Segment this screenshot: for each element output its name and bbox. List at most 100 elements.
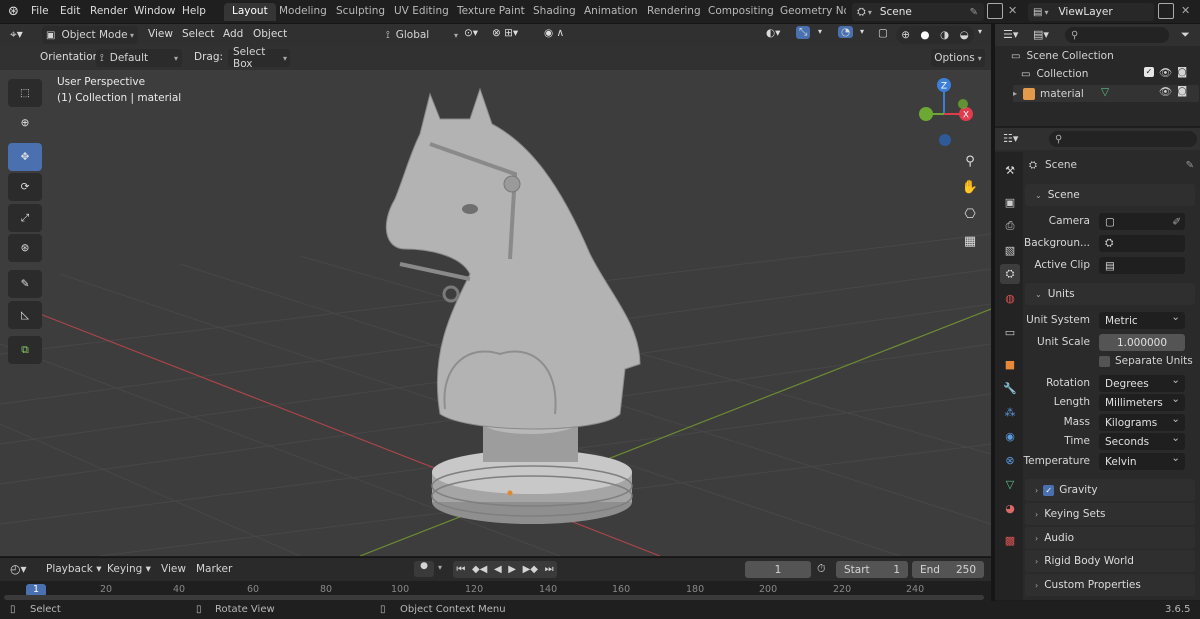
panel-scene-header[interactable]: ⌄ Scene bbox=[1025, 184, 1195, 206]
camera-field[interactable]: ▢ ✐ bbox=[1099, 213, 1185, 230]
properties-search-input[interactable]: ⚲ bbox=[1049, 131, 1197, 147]
cursor-tool[interactable]: ⊕ bbox=[8, 109, 42, 137]
outliner-search-input[interactable]: ⚲ bbox=[1065, 27, 1169, 43]
move-tool[interactable]: ✥ bbox=[8, 143, 42, 171]
start-frame-field[interactable]: Start 1 bbox=[836, 561, 908, 578]
menu-view[interactable]: View bbox=[148, 28, 173, 40]
delete-viewlayer-icon[interactable]: ✕ bbox=[1181, 4, 1190, 17]
outliner-editor-icon[interactable]: ☰▾ bbox=[1003, 28, 1018, 41]
outliner-item-collection[interactable]: ▭ Collection ✓ 👁 ◙ bbox=[1021, 66, 1199, 80]
tab-modeling[interactable]: Modeling bbox=[279, 5, 327, 17]
mode-dropdown[interactable]: ▣ Object Mode ▾ bbox=[42, 26, 138, 44]
camera-icon[interactable]: ◙ bbox=[1177, 85, 1187, 97]
menu-render[interactable]: Render bbox=[90, 5, 127, 17]
data-tab-icon[interactable]: ▽ bbox=[1000, 474, 1020, 494]
menu-keying[interactable]: Keying ▾ bbox=[107, 563, 151, 575]
neg-y-axis-handle[interactable] bbox=[958, 99, 968, 109]
wireframe-shading-icon[interactable]: ⊕ bbox=[901, 29, 910, 41]
gizmo-toggle-icon[interactable]: ⤡ bbox=[796, 26, 811, 39]
clock-editor-icon[interactable]: ◴▾ bbox=[10, 562, 27, 576]
checkbox-checked-icon[interactable]: ✓ bbox=[1043, 484, 1055, 496]
world-tab-icon[interactable]: ◍ bbox=[1000, 288, 1020, 308]
menu-view[interactable]: View bbox=[161, 563, 186, 575]
temperature-dropdown[interactable]: Kelvin bbox=[1099, 452, 1185, 470]
menu-file[interactable]: File bbox=[31, 5, 49, 17]
menu-marker[interactable]: Marker bbox=[196, 563, 232, 575]
timeline-scrollbar[interactable] bbox=[4, 595, 984, 600]
time-dropdown[interactable]: Seconds bbox=[1099, 432, 1185, 450]
transform-orientation-dropdown[interactable]: ⟟ Global ▾ bbox=[386, 26, 458, 44]
scale-tool[interactable]: ⤢ bbox=[8, 204, 42, 232]
play-icon[interactable]: ▶ bbox=[508, 564, 516, 575]
tool-tab-icon[interactable]: ⚒ bbox=[1000, 160, 1020, 180]
menu-window[interactable]: Window bbox=[134, 5, 175, 17]
mass-dropdown[interactable]: Kilograms bbox=[1099, 413, 1185, 431]
y-axis-handle[interactable] bbox=[919, 107, 933, 121]
transform-tool[interactable]: ⊛ bbox=[8, 234, 42, 262]
perspective-grid-icon[interactable]: ▦ bbox=[959, 230, 981, 252]
length-dropdown[interactable]: Millimeters bbox=[1099, 393, 1185, 411]
display-mode-icon[interactable]: ▤▾ bbox=[1033, 28, 1049, 41]
menu-select[interactable]: Select bbox=[182, 28, 214, 40]
prev-keyframe-icon[interactable]: ◆◀ bbox=[472, 564, 487, 575]
outliner-item-material[interactable]: ▸ material ▽ 👁 ◙ bbox=[1013, 85, 1199, 102]
panel-units-header[interactable]: ⌄ Units bbox=[1025, 283, 1195, 305]
record-icon[interactable]: ● bbox=[414, 561, 434, 577]
play-reverse-icon[interactable]: ◀ bbox=[494, 564, 502, 575]
select-box-tool[interactable]: ⬚ bbox=[8, 79, 42, 107]
new-scene-icon[interactable] bbox=[987, 3, 1003, 19]
render-tab-icon[interactable]: ▣ bbox=[1000, 192, 1020, 212]
background-scene-field[interactable]: ⛭ bbox=[1099, 235, 1185, 252]
properties-editor-icon[interactable]: ☷▾ bbox=[1003, 132, 1018, 145]
stopwatch-icon[interactable]: ⏱ bbox=[817, 562, 826, 576]
eye-icon[interactable]: 👁 bbox=[1159, 85, 1172, 98]
neg-z-axis-handle[interactable] bbox=[939, 134, 951, 146]
tab-uv-editing[interactable]: UV Editing bbox=[394, 5, 449, 17]
eyedropper-icon[interactable]: ✐ bbox=[1172, 216, 1181, 228]
annotate-tool[interactable]: ✎ bbox=[8, 270, 42, 298]
tab-shading[interactable]: Shading bbox=[533, 5, 576, 17]
material-tab-icon[interactable]: ◕ bbox=[1000, 498, 1020, 518]
end-frame-field[interactable]: End 250 bbox=[912, 561, 984, 578]
camera-icon[interactable]: ◙ bbox=[1177, 66, 1187, 78]
overlay-toggle-icon[interactable]: ◔ bbox=[838, 26, 854, 38]
active-clip-field[interactable]: ▤ bbox=[1099, 257, 1185, 274]
3d-viewport[interactable]: ⌖▾ ▣ Object Mode ▾ View Select Add Objec… bbox=[0, 24, 991, 556]
unit-scale-field[interactable]: 1.000000 bbox=[1099, 334, 1185, 351]
measure-tool[interactable]: ◺ bbox=[8, 301, 42, 329]
texture-tab-icon[interactable]: ▩ bbox=[1000, 530, 1020, 550]
camera-view-icon[interactable]: ⎔ bbox=[959, 203, 981, 225]
tab-texture-paint[interactable]: Texture Paint bbox=[457, 5, 525, 17]
chevron-down-icon[interactable]: ▾ bbox=[818, 27, 822, 36]
tab-layout[interactable]: Layout bbox=[224, 3, 276, 21]
filter-icon[interactable]: ⏷ bbox=[1181, 28, 1190, 42]
jump-start-icon[interactable]: ⏮ bbox=[456, 564, 465, 575]
solid-shading-icon[interactable]: ● bbox=[920, 29, 929, 41]
add-cube-tool[interactable]: ⧉ bbox=[8, 336, 42, 364]
chevron-down-icon[interactable]: ▾ bbox=[978, 27, 982, 36]
eye-icon[interactable]: 👁 bbox=[1159, 66, 1172, 79]
object-tab-icon[interactable]: ■ bbox=[1000, 354, 1020, 374]
orientation-dropdown[interactable]: ⟟ Default ▾ bbox=[96, 49, 182, 67]
pivot-icon[interactable]: ⊙▾ bbox=[464, 27, 478, 39]
material-shading-icon[interactable]: ◑ bbox=[940, 29, 949, 41]
snap-icon[interactable]: ⊗ ⊞▾ bbox=[492, 27, 518, 39]
rendered-shading-icon[interactable]: ◒ bbox=[960, 29, 969, 41]
chevron-down-icon[interactable]: ▾ bbox=[438, 563, 442, 572]
tab-geometry-nodes[interactable]: Geometry Noc bbox=[780, 5, 846, 17]
panel-gravity-header[interactable]: › ✓ Gravity bbox=[1025, 479, 1195, 501]
panel-rigid-body-header[interactable]: › Rigid Body World bbox=[1025, 550, 1195, 572]
rotation-dropdown[interactable]: Degrees bbox=[1099, 374, 1185, 392]
scene-selector[interactable]: ⛭ ▾ Scene ✎ bbox=[852, 3, 984, 21]
blender-logo-icon[interactable]: ⊛ bbox=[8, 4, 19, 19]
mesh-data-icon[interactable]: ▽ bbox=[1101, 86, 1109, 98]
unit-system-dropdown[interactable]: Metric bbox=[1099, 311, 1185, 329]
expand-arrow-icon[interactable]: ▸ bbox=[1013, 89, 1017, 98]
pin-icon[interactable]: ✎ bbox=[1186, 160, 1194, 171]
menu-add[interactable]: Add bbox=[223, 28, 243, 40]
menu-playback[interactable]: Playback ▾ bbox=[46, 563, 101, 575]
xray-icon[interactable]: ▢ bbox=[878, 27, 888, 39]
rotate-tool[interactable]: ⟳ bbox=[8, 173, 42, 201]
viewlayer-selector[interactable]: ▤ ▾ ViewLayer bbox=[1028, 3, 1154, 21]
delete-scene-icon[interactable]: ✕ bbox=[1008, 4, 1017, 17]
